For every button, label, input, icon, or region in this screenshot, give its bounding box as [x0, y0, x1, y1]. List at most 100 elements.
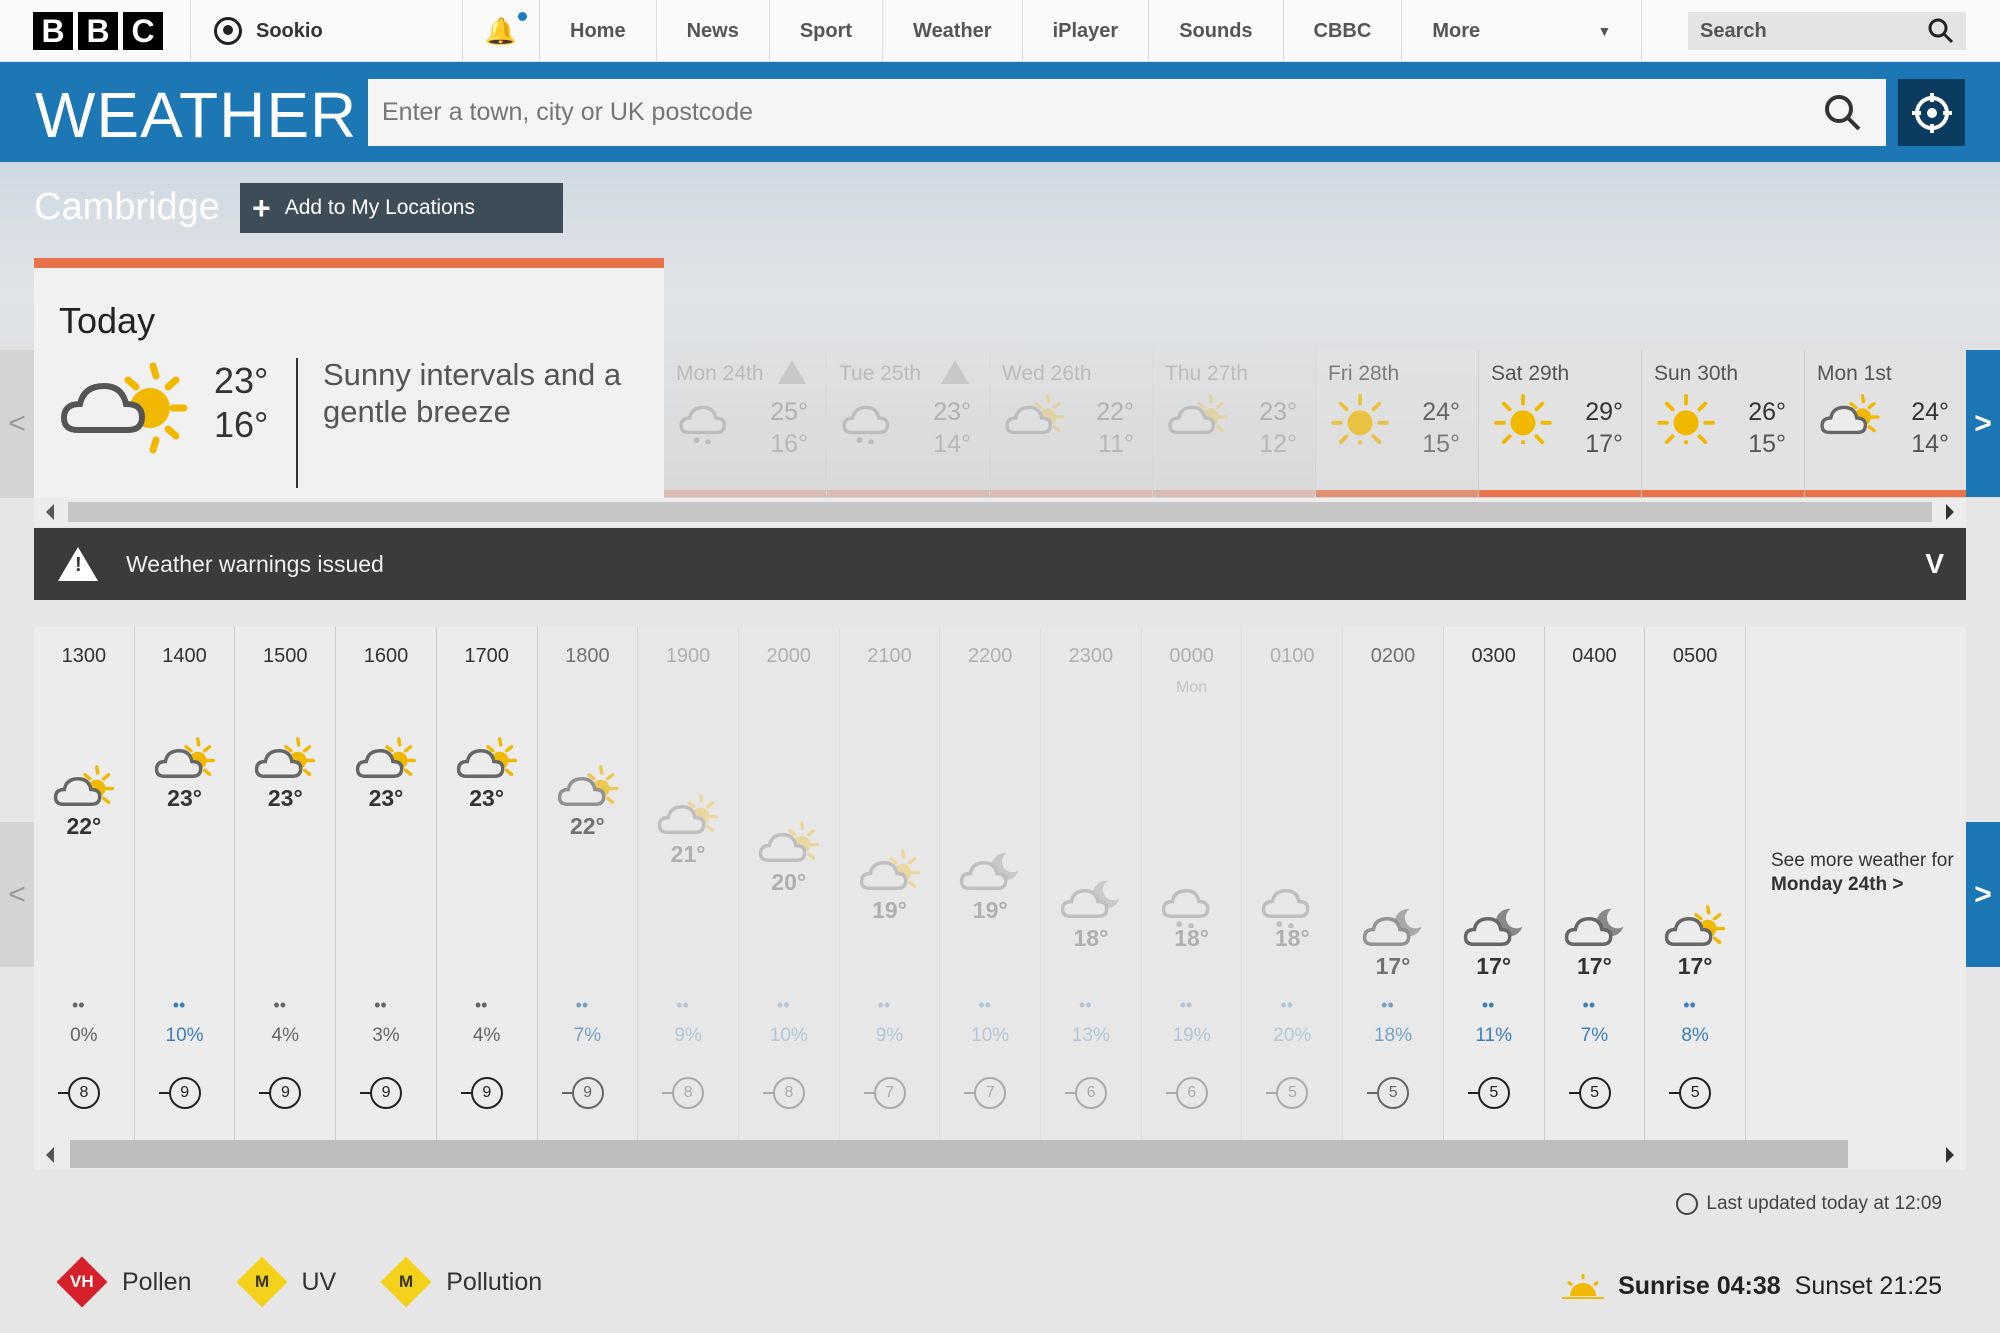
- hours-scrollbar[interactable]: [34, 1140, 1966, 1170]
- day-card[interactable]: Sun 30th 26° 15°: [1642, 350, 1805, 497]
- scroll-right-arrow[interactable]: [1946, 504, 1954, 520]
- bbc-logo[interactable]: B B C: [33, 12, 163, 50]
- hour-temp: 17°: [1677, 953, 1713, 979]
- location-search-button[interactable]: [1800, 79, 1886, 146]
- hours-prev-button[interactable]: <: [0, 822, 34, 967]
- hour-column[interactable]: 1600 23° •• 3% 9: [336, 627, 437, 1140]
- scroll-thumb[interactable]: [68, 502, 1932, 522]
- hour-temp: 17°: [1577, 953, 1612, 979]
- temperature-strip: [827, 490, 989, 497]
- hour-column[interactable]: 2000 20° •• 10% 8: [738, 627, 840, 1140]
- rain-chance: 9%: [875, 1025, 904, 1046]
- account-button[interactable]: Sookio: [190, 0, 462, 62]
- hour-column[interactable]: 0000 Mon 18° •• 19% 6: [1141, 627, 1243, 1140]
- hour-column[interactable]: 0500 17° •• 8% 5: [1645, 627, 1746, 1140]
- env-label: Pollution: [446, 1267, 543, 1296]
- hour-column[interactable]: 2100 19° •• 9% 7: [839, 627, 941, 1140]
- nav-cbbc[interactable]: CBBC: [1284, 0, 1403, 62]
- nav-iplayer[interactable]: iPlayer: [1023, 0, 1150, 62]
- env-badge[interactable]: M Pollution: [380, 1256, 543, 1308]
- clock-icon: [1676, 1193, 1699, 1215]
- nav-more[interactable]: More ▼: [1402, 0, 1643, 62]
- temperature-strip: [1642, 490, 1804, 497]
- nav-sounds[interactable]: Sounds: [1149, 0, 1284, 62]
- hour-column[interactable]: 1700 23° •• 4% 9: [436, 627, 538, 1140]
- day-card[interactable]: Thu 27th 23° 12°: [1153, 350, 1316, 497]
- scroll-right-arrow[interactable]: [1946, 1147, 1954, 1163]
- hour-column[interactable]: 0300 17° •• 11% 5: [1443, 627, 1545, 1140]
- day-low: 15°: [1422, 430, 1460, 458]
- location-search-input[interactable]: [368, 79, 1886, 146]
- hour-time: 0100: [1270, 645, 1315, 667]
- add-location-button[interactable]: + Add to My Locations: [240, 183, 563, 233]
- hour-column[interactable]: 0100 18° •• 20% 5: [1242, 627, 1344, 1140]
- hour-column[interactable]: 2300 18° •• 13% 6: [1041, 627, 1142, 1140]
- see-more-link[interactable]: See more weather for Monday 24th >: [1771, 849, 1954, 897]
- hour-column[interactable]: 1300 22° •• 0% 8: [34, 627, 135, 1140]
- weather-warnings-bar[interactable]: ! Weather warnings issued V: [34, 528, 1966, 600]
- nav-news[interactable]: News: [657, 0, 770, 62]
- rain-chance: 3%: [372, 1025, 400, 1046]
- hour-column[interactable]: 0400 17° •• 7% 5: [1544, 627, 1646, 1140]
- temperature-strip: [1479, 490, 1641, 497]
- hour-column[interactable]: 1400 23° •• 10% 9: [134, 627, 236, 1140]
- day-high: 29°: [1585, 398, 1623, 426]
- day-card[interactable]: Sat 29th 29° 17°: [1479, 350, 1642, 497]
- env-badge[interactable]: VH Pollen: [56, 1256, 192, 1308]
- locate-me-button[interactable]: [1898, 79, 1965, 146]
- temperature-strip: [1153, 490, 1315, 497]
- hour-temp: 18°: [1073, 925, 1109, 951]
- scroll-left-arrow[interactable]: [46, 1147, 54, 1163]
- hour-temp: 23°: [267, 785, 303, 811]
- hour-column[interactable]: 2200 19° •• 10% 7: [940, 627, 1042, 1140]
- nav-sport[interactable]: Sport: [770, 0, 884, 62]
- scroll-left-arrow[interactable]: [46, 504, 54, 520]
- days-scrollbar[interactable]: [34, 498, 1966, 526]
- day-low: 16°: [770, 430, 808, 458]
- scroll-thumb[interactable]: [70, 1140, 1848, 1168]
- hour-column[interactable]: 0200 17° •• 18% 5: [1343, 627, 1444, 1140]
- hour-time: 1900: [665, 645, 711, 667]
- today-high: 23°: [214, 360, 269, 401]
- day-card[interactable]: Fri 28th 24° 15°: [1316, 350, 1479, 497]
- rain-chance: 10%: [165, 1025, 204, 1046]
- see-more-panel[interactable]: See more weather for Monday 24th >: [1746, 627, 1966, 1140]
- hour-temp: 23°: [469, 785, 505, 811]
- hour-temp: 22°: [66, 813, 102, 839]
- bbc-top-bar: B B C Sookio 🔔 Home News Sport Weather i…: [0, 0, 2000, 62]
- day-card[interactable]: Tue 25th 23° 14°: [827, 350, 990, 497]
- day-card[interactable]: Mon 1st 24° 14°: [1805, 350, 1968, 497]
- last-updated: Last updated today at 12:09: [1676, 1193, 1942, 1215]
- raindrop-icon: ••: [776, 995, 790, 1015]
- sun-cloud-icon: [60, 362, 188, 454]
- hour-column[interactable]: 1500 23° •• 4% 9: [235, 627, 337, 1140]
- day-card[interactable]: Wed 26th 22° 11°: [990, 350, 1153, 497]
- days-next-button[interactable]: >: [1966, 350, 2000, 497]
- days-prev-button[interactable]: <: [0, 350, 34, 497]
- env-level: VH: [70, 1272, 94, 1291]
- wind-speed: 5: [1467, 1077, 1510, 1109]
- nav-home[interactable]: Home: [540, 0, 657, 62]
- divider: [296, 358, 298, 488]
- site-search[interactable]: Search: [1688, 12, 1966, 50]
- sun-icon: [1493, 394, 1555, 452]
- notifications-button[interactable]: 🔔: [462, 0, 540, 62]
- sun-icon: [1330, 394, 1392, 452]
- hourly-forecast: 1300 22° •• 0% 8 1400 23° •• 10% 9 1500 23° •• 4% 9 160…: [34, 627, 1746, 1140]
- raindrop-icon: ••: [1683, 995, 1696, 1015]
- hour-time: 0000: [1169, 645, 1214, 667]
- day-high: 24°: [1911, 398, 1949, 426]
- weather-title[interactable]: WEATHER: [35, 78, 357, 152]
- env-badge[interactable]: M UV: [236, 1256, 336, 1308]
- nav-weather[interactable]: Weather: [883, 0, 1023, 62]
- hour-column[interactable]: 1800 22° •• 7% 9: [537, 627, 639, 1140]
- hour-column[interactable]: 1900 21° •• 9% 8: [638, 627, 739, 1140]
- raindrop-icon: ••: [1079, 995, 1092, 1015]
- day-low: 14°: [933, 430, 971, 458]
- today-panel[interactable]: Today 23° 16° Sunny intervals and a gent…: [34, 258, 664, 498]
- user-icon: [214, 17, 242, 45]
- hour-temp: 17°: [1476, 953, 1512, 979]
- day-card[interactable]: Mon 24th 25° 16°: [664, 350, 827, 497]
- chevron-left-icon: <: [8, 406, 26, 440]
- hours-next-button[interactable]: >: [1966, 822, 2000, 967]
